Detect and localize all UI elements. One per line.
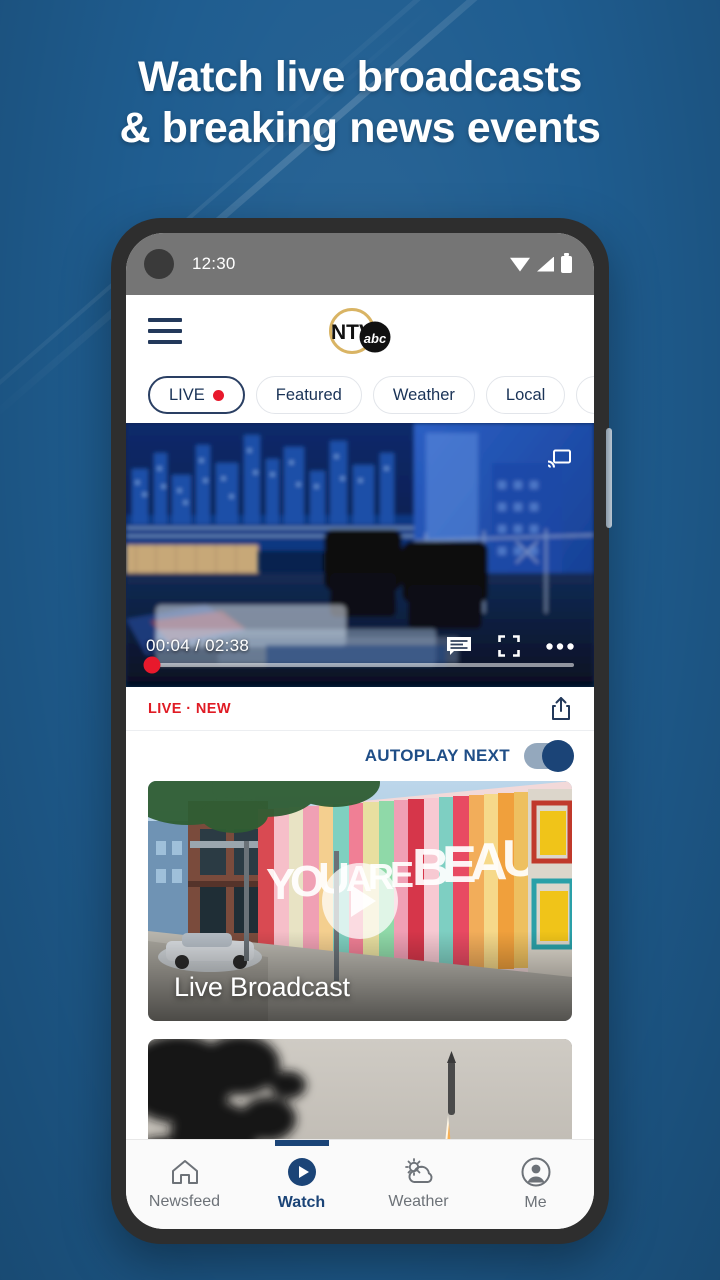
status-bar-time: 12:30 [192, 254, 236, 273]
player-progress-knob[interactable] [143, 656, 161, 674]
play-circle-icon [287, 1158, 316, 1186]
player-control-row: 00:04 / 02:38 [126, 635, 594, 657]
category-tabs[interactable]: LIVE Featured Weather Local [126, 367, 594, 423]
promo-headline-line-1: Watch live broadcasts [137, 53, 583, 101]
battery-icon [561, 252, 572, 273]
autoplay-row: AUTOPLAY NEXT [126, 731, 594, 781]
thumbnail-rocket-launch [148, 1039, 572, 1139]
autoplay-label: AUTOPLAY NEXT [364, 746, 510, 765]
autoplay-toggle-knob [542, 740, 574, 772]
status-badge: LIVE · NEW [148, 700, 231, 717]
feed-card-rocket[interactable] [148, 1039, 572, 1139]
play-button-overlay[interactable] [322, 863, 398, 939]
player-timecode: 00:04 / 02:38 [146, 636, 250, 655]
tab-weather-label: Weather [392, 385, 455, 404]
nav-active-indicator [274, 1140, 329, 1146]
video-feed: YO UA RE BE AU T I [126, 781, 594, 1139]
share-icon[interactable] [550, 696, 572, 721]
closed-captions-icon[interactable] [446, 636, 472, 656]
phone-screen: 12:30 NTV abc LIVE Featured Weather Loca… [126, 233, 594, 1229]
nav-item-watch[interactable]: Watch [243, 1140, 360, 1229]
cellular-signal-icon [537, 256, 554, 272]
wifi-icon [510, 257, 530, 272]
feed-card-live-broadcast[interactable]: YO UA RE BE AU T I [148, 781, 572, 1021]
nav-label-watch: Watch [277, 1194, 326, 1211]
nav-label-me: Me [524, 1194, 547, 1211]
status-bar-icons [510, 252, 572, 273]
video-player[interactable]: 00:04 / 02:38 [126, 423, 594, 687]
tab-featured[interactable]: Featured [255, 376, 362, 414]
ntv-abc-logo[interactable]: NTV abc [321, 303, 399, 359]
logo-abc-text: abc [364, 331, 387, 346]
nav-item-newsfeed[interactable]: Newsfeed [126, 1140, 243, 1229]
app-header: NTV abc [126, 295, 594, 367]
account-circle-icon [521, 1157, 550, 1187]
nav-item-me[interactable]: Me [477, 1140, 594, 1229]
bottom-navigation: Newsfeed Watch Weather Me [126, 1139, 594, 1229]
autoplay-toggle[interactable] [524, 740, 574, 772]
status-bar: 12:30 [126, 233, 594, 295]
more-options-icon[interactable] [546, 642, 574, 650]
cast-icon[interactable] [546, 449, 572, 469]
nav-item-weather[interactable]: Weather [360, 1140, 477, 1229]
fullscreen-icon[interactable] [498, 635, 520, 657]
video-meta-row: LIVE · NEW [126, 687, 594, 731]
promo-headline: Watch live broadcasts & breaking news ev… [0, 52, 720, 153]
tab-live-label: LIVE [169, 385, 205, 404]
phone-side-button [606, 428, 612, 528]
sun-cloud-icon [404, 1158, 432, 1183]
tab-featured-label: Featured [275, 385, 342, 404]
live-dot-icon [212, 389, 224, 401]
tab-local[interactable]: Local [485, 376, 566, 414]
phone-mockup: 12:30 NTV abc LIVE Featured Weather Loca… [111, 218, 612, 1244]
hamburger-menu-icon[interactable] [148, 318, 182, 344]
promo-headline-line-2: & breaking news events [119, 103, 601, 152]
home-icon [171, 1160, 198, 1184]
tab-local-label: Local [505, 385, 546, 404]
tab-weather[interactable]: Weather [372, 376, 475, 414]
nav-label-newsfeed: Newsfeed [148, 1193, 221, 1210]
feed-card-title: Live Broadcast [174, 972, 350, 1002]
tab-overflow-partial[interactable] [576, 376, 594, 414]
player-progress-bar[interactable] [143, 656, 574, 674]
player-control-icons [446, 635, 574, 657]
nav-label-weather: Weather [388, 1193, 449, 1210]
camera-punch-hole [144, 249, 174, 279]
tab-live[interactable]: LIVE [148, 376, 245, 414]
